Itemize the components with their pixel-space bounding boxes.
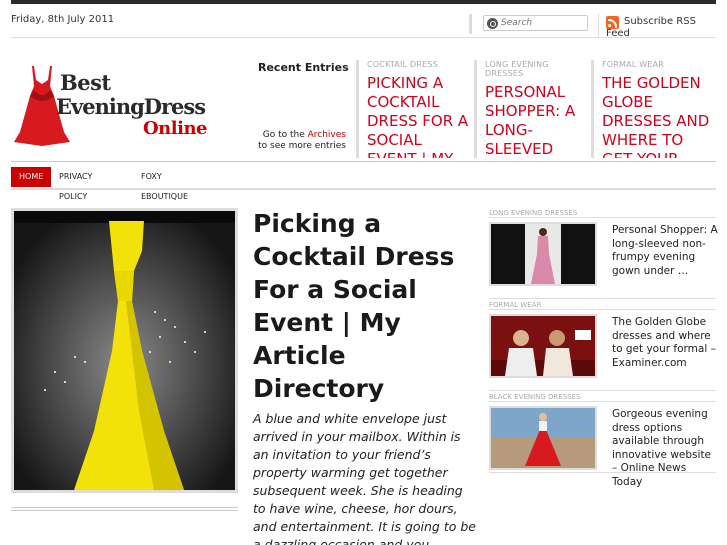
sidebar-item-title[interactable]: The Golden Globe dresses and where to ge… — [612, 316, 718, 370]
archives-note: Go to the Archives to see more entries — [256, 130, 346, 152]
archives-link[interactable]: Archives — [308, 130, 346, 140]
golden-globe-photo — [491, 316, 595, 376]
divider — [11, 161, 716, 162]
nav-home[interactable]: HOME — [11, 167, 52, 187]
archives-prefix: Go to the — [262, 130, 305, 140]
logo-line-eveningdress: EveningDress — [56, 94, 206, 119]
divider — [11, 188, 716, 190]
red-dress-photo — [491, 408, 595, 468]
entry-category[interactable]: Formal Wear — [602, 60, 716, 69]
sidebar-item-title[interactable]: Gorgeous evening dress options available… — [612, 408, 718, 489]
sidebar-thumbnail[interactable] — [489, 406, 597, 470]
sidebar-category[interactable]: Black Evening Dresses — [489, 393, 580, 401]
site-logo[interactable]: Best EveningDress Online — [12, 60, 234, 150]
sidebar-thumbnail[interactable] — [489, 222, 597, 286]
date-text: Friday, 8th July 2011 — [11, 14, 115, 25]
divider — [11, 37, 716, 38]
logo-line-online: Online — [143, 118, 207, 139]
sidebar-item-title[interactable]: Personal Shopper: A long-sleeved non-fru… — [612, 224, 718, 278]
article-title[interactable]: Picking a Cocktail Dress For a Social Ev… — [253, 207, 475, 405]
divider — [469, 14, 472, 34]
recent-entry[interactable]: Long Evening Dresses Personal Shopper: A… — [474, 60, 588, 158]
entry-title[interactable]: The Golden Globe dresses and where to ge… — [602, 74, 716, 158]
rss-icon[interactable] — [606, 16, 619, 29]
divider — [598, 14, 599, 38]
nav-privacy-policy[interactable]: PRIVACY POLICY — [59, 167, 92, 201]
pink-gown-photo — [491, 224, 595, 284]
search-box[interactable] — [483, 15, 588, 31]
sidebar-category[interactable]: Long Evening Dresses — [489, 209, 577, 217]
nav-foxy-eboutique[interactable]: FOXY EBOUTIQUE — [141, 167, 188, 201]
sidebar-thumbnail[interactable] — [489, 314, 597, 378]
entry-category[interactable]: Long Evening Dresses — [485, 60, 588, 78]
sidebar-item[interactable]: The Golden Globe dresses and where to ge… — [489, 309, 716, 391]
divider — [11, 507, 238, 511]
search-input[interactable] — [501, 17, 585, 29]
search-icon — [487, 18, 498, 29]
sidebar-item[interactable]: Gorgeous evening dress options available… — [489, 401, 716, 488]
yellow-dress-photo — [14, 211, 235, 490]
sidebar-item[interactable]: Personal Shopper: A long-sleeved non-fru… — [489, 217, 718, 299]
top-bar — [11, 0, 716, 4]
sidebar-category[interactable]: Formal Wear — [489, 301, 541, 309]
article-excerpt: A blue and white envelope just arrived i… — [253, 411, 476, 545]
entry-title[interactable]: Personal Shopper: A long-sleeved non-fru… — [485, 83, 588, 158]
logo-line-best: Best — [60, 70, 111, 95]
article-image[interactable] — [11, 208, 238, 493]
entry-category[interactable]: Cocktail Dress — [367, 60, 471, 69]
recent-entry[interactable]: Cocktail Dress Picking a Cocktail Dress … — [356, 60, 471, 158]
archives-suffix: to see more entries — [258, 141, 346, 151]
recent-entries-heading: Recent Entries — [258, 61, 349, 74]
recent-entry[interactable]: Formal Wear The Golden Globe dresses and… — [591, 60, 716, 158]
entry-title[interactable]: Picking a Cocktail Dress For a Social Ev… — [367, 74, 471, 158]
